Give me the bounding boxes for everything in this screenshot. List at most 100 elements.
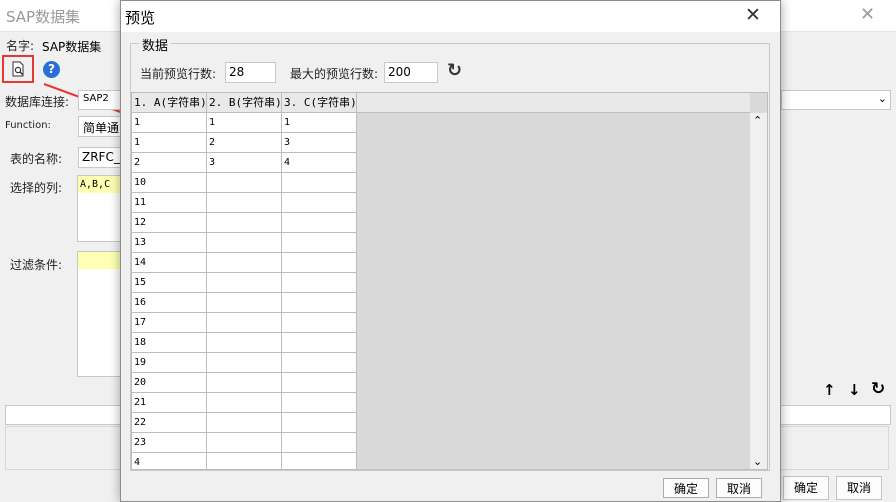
refresh-icon[interactable]: ↻ bbox=[447, 60, 462, 81]
table-cell[interactable] bbox=[282, 453, 357, 469]
chevron-down-icon: ⌄ bbox=[877, 92, 887, 105]
filter-label: 过滤条件: bbox=[10, 258, 63, 272]
background-title: SAP数据集 bbox=[6, 8, 81, 26]
selected-columns-box[interactable]: A,B,C bbox=[77, 175, 122, 242]
name-field[interactable]: SAP数据集 bbox=[42, 38, 101, 55]
table-cell[interactable] bbox=[207, 353, 282, 373]
table-cell[interactable]: 1 bbox=[132, 113, 207, 133]
table-cell[interactable] bbox=[207, 333, 282, 353]
selected-columns-label: 选择的列: bbox=[10, 181, 63, 195]
cancel-button[interactable]: 取消 bbox=[716, 478, 762, 498]
bg-ok-button[interactable]: 确定 bbox=[783, 476, 829, 500]
table-cell[interactable] bbox=[282, 433, 357, 453]
table-cell[interactable]: 20 bbox=[132, 373, 207, 393]
vertical-scrollbar[interactable]: ⌃ ⌄ bbox=[750, 113, 767, 469]
table-cell[interactable] bbox=[282, 373, 357, 393]
table-cell[interactable] bbox=[207, 213, 282, 233]
max-rows-field[interactable]: 200 bbox=[388, 65, 411, 79]
table-cell[interactable] bbox=[282, 253, 357, 273]
preview-button[interactable] bbox=[8, 59, 28, 79]
table-cell[interactable] bbox=[282, 213, 357, 233]
table-cell[interactable]: 10 bbox=[132, 173, 207, 193]
table-cell[interactable] bbox=[207, 233, 282, 253]
column-header[interactable]: 3. C(字符串) bbox=[282, 93, 357, 113]
table-cell[interactable] bbox=[207, 193, 282, 213]
table-cell[interactable]: 17 bbox=[132, 313, 207, 333]
current-rows-label: 当前预览行数: bbox=[140, 67, 217, 81]
table-cell[interactable]: 18 bbox=[132, 333, 207, 353]
table-cell[interactable] bbox=[207, 253, 282, 273]
bg-cancel-button[interactable]: 取消 bbox=[836, 476, 882, 500]
table-name-label: 表的名称: bbox=[10, 152, 63, 166]
help-icon[interactable]: ? bbox=[43, 61, 60, 78]
table-cell[interactable] bbox=[282, 393, 357, 413]
scroll-down-icon[interactable]: ⌄ bbox=[753, 455, 762, 468]
name-label: 名字: bbox=[6, 39, 35, 53]
preview-icon bbox=[12, 61, 24, 77]
scroll-up-icon[interactable]: ⌃ bbox=[753, 114, 762, 127]
max-rows-label: 最大的预览行数: bbox=[290, 67, 379, 81]
db-connection-dropdown[interactable]: ⌄ bbox=[781, 90, 891, 110]
column-header[interactable]: 1. A(字符串) bbox=[132, 93, 207, 113]
close-icon[interactable]: ✕ bbox=[745, 4, 761, 26]
db-connection-label: 数据库连接: bbox=[5, 95, 70, 109]
table-cell[interactable] bbox=[207, 433, 282, 453]
table-cell[interactable] bbox=[282, 353, 357, 373]
function-label: Function: bbox=[5, 120, 51, 131]
column-header[interactable]: 2. B(字符串) bbox=[207, 93, 282, 113]
table-cell[interactable]: 11 bbox=[132, 193, 207, 213]
selected-columns-value: A,B,C bbox=[78, 176, 121, 193]
table-cell[interactable]: 16 bbox=[132, 293, 207, 313]
function-field[interactable]: 简单通 bbox=[83, 119, 119, 136]
table-cell[interactable] bbox=[207, 373, 282, 393]
table-cell[interactable]: 1 bbox=[132, 133, 207, 153]
table-cell[interactable]: 12 bbox=[132, 213, 207, 233]
table-cell[interactable] bbox=[207, 313, 282, 333]
table-cell[interactable] bbox=[282, 293, 357, 313]
table-cell[interactable] bbox=[282, 233, 357, 253]
table-cell[interactable]: 21 bbox=[132, 393, 207, 413]
table-cell[interactable] bbox=[207, 413, 282, 433]
table-cell[interactable]: 2 bbox=[207, 133, 282, 153]
dialog-title: 预览 bbox=[125, 9, 156, 27]
table-cell[interactable] bbox=[282, 313, 357, 333]
table-cell[interactable]: 4 bbox=[132, 453, 207, 469]
data-group-label: 数据 bbox=[139, 35, 172, 54]
preview-grid: ⌃ ⌄ 1. A(字符串) 2. B(字符串) 3. C(字符串) 1 1 1 1 2 3 2 3 4… bbox=[131, 92, 768, 470]
table-cell[interactable]: 4 bbox=[282, 153, 357, 173]
table-cell[interactable] bbox=[282, 173, 357, 193]
table-cell[interactable]: 1 bbox=[207, 113, 282, 133]
table-cell[interactable] bbox=[207, 273, 282, 293]
table-cell[interactable]: 13 bbox=[132, 233, 207, 253]
filter-first-line bbox=[78, 252, 121, 269]
table-cell[interactable]: 2 bbox=[132, 153, 207, 173]
table-cell[interactable]: 3 bbox=[282, 133, 357, 153]
table-cell[interactable]: 22 bbox=[132, 413, 207, 433]
grid-header-filler bbox=[357, 93, 750, 113]
table-cell[interactable] bbox=[282, 193, 357, 213]
dialog-title-bar: 预览 ✕ bbox=[121, 1, 780, 32]
refresh-icon-bg[interactable]: ↻ bbox=[871, 379, 885, 399]
move-up-icon[interactable]: ↑ bbox=[823, 381, 836, 399]
preview-dialog: 预览 ✕ 数据 当前预览行数: 28 最大的预览行数: 200 ↻ ⌃ ⌄ 1.… bbox=[120, 0, 781, 502]
table-cell[interactable] bbox=[282, 333, 357, 353]
table-cell[interactable]: 15 bbox=[132, 273, 207, 293]
background-close-icon[interactable]: ✕ bbox=[860, 4, 875, 25]
table-cell[interactable]: 3 bbox=[207, 153, 282, 173]
table-cell[interactable]: 19 bbox=[132, 353, 207, 373]
table-cell[interactable]: 1 bbox=[282, 113, 357, 133]
current-rows-field[interactable]: 28 bbox=[229, 65, 244, 79]
db-connection-field[interactable]: SAP2 bbox=[83, 93, 109, 104]
table-cell[interactable] bbox=[207, 173, 282, 193]
ok-button[interactable]: 确定 bbox=[663, 478, 709, 498]
table-cell[interactable] bbox=[207, 453, 282, 469]
filter-box[interactable] bbox=[77, 251, 122, 377]
move-down-icon[interactable]: ↓ bbox=[848, 381, 861, 399]
table-cell[interactable] bbox=[282, 273, 357, 293]
table-cell[interactable]: 14 bbox=[132, 253, 207, 273]
table-cell[interactable]: 23 bbox=[132, 433, 207, 453]
table-cell[interactable] bbox=[207, 293, 282, 313]
table-cell[interactable] bbox=[207, 393, 282, 413]
table-name-field[interactable]: ZRFC_ bbox=[82, 150, 120, 164]
table-cell[interactable] bbox=[282, 413, 357, 433]
